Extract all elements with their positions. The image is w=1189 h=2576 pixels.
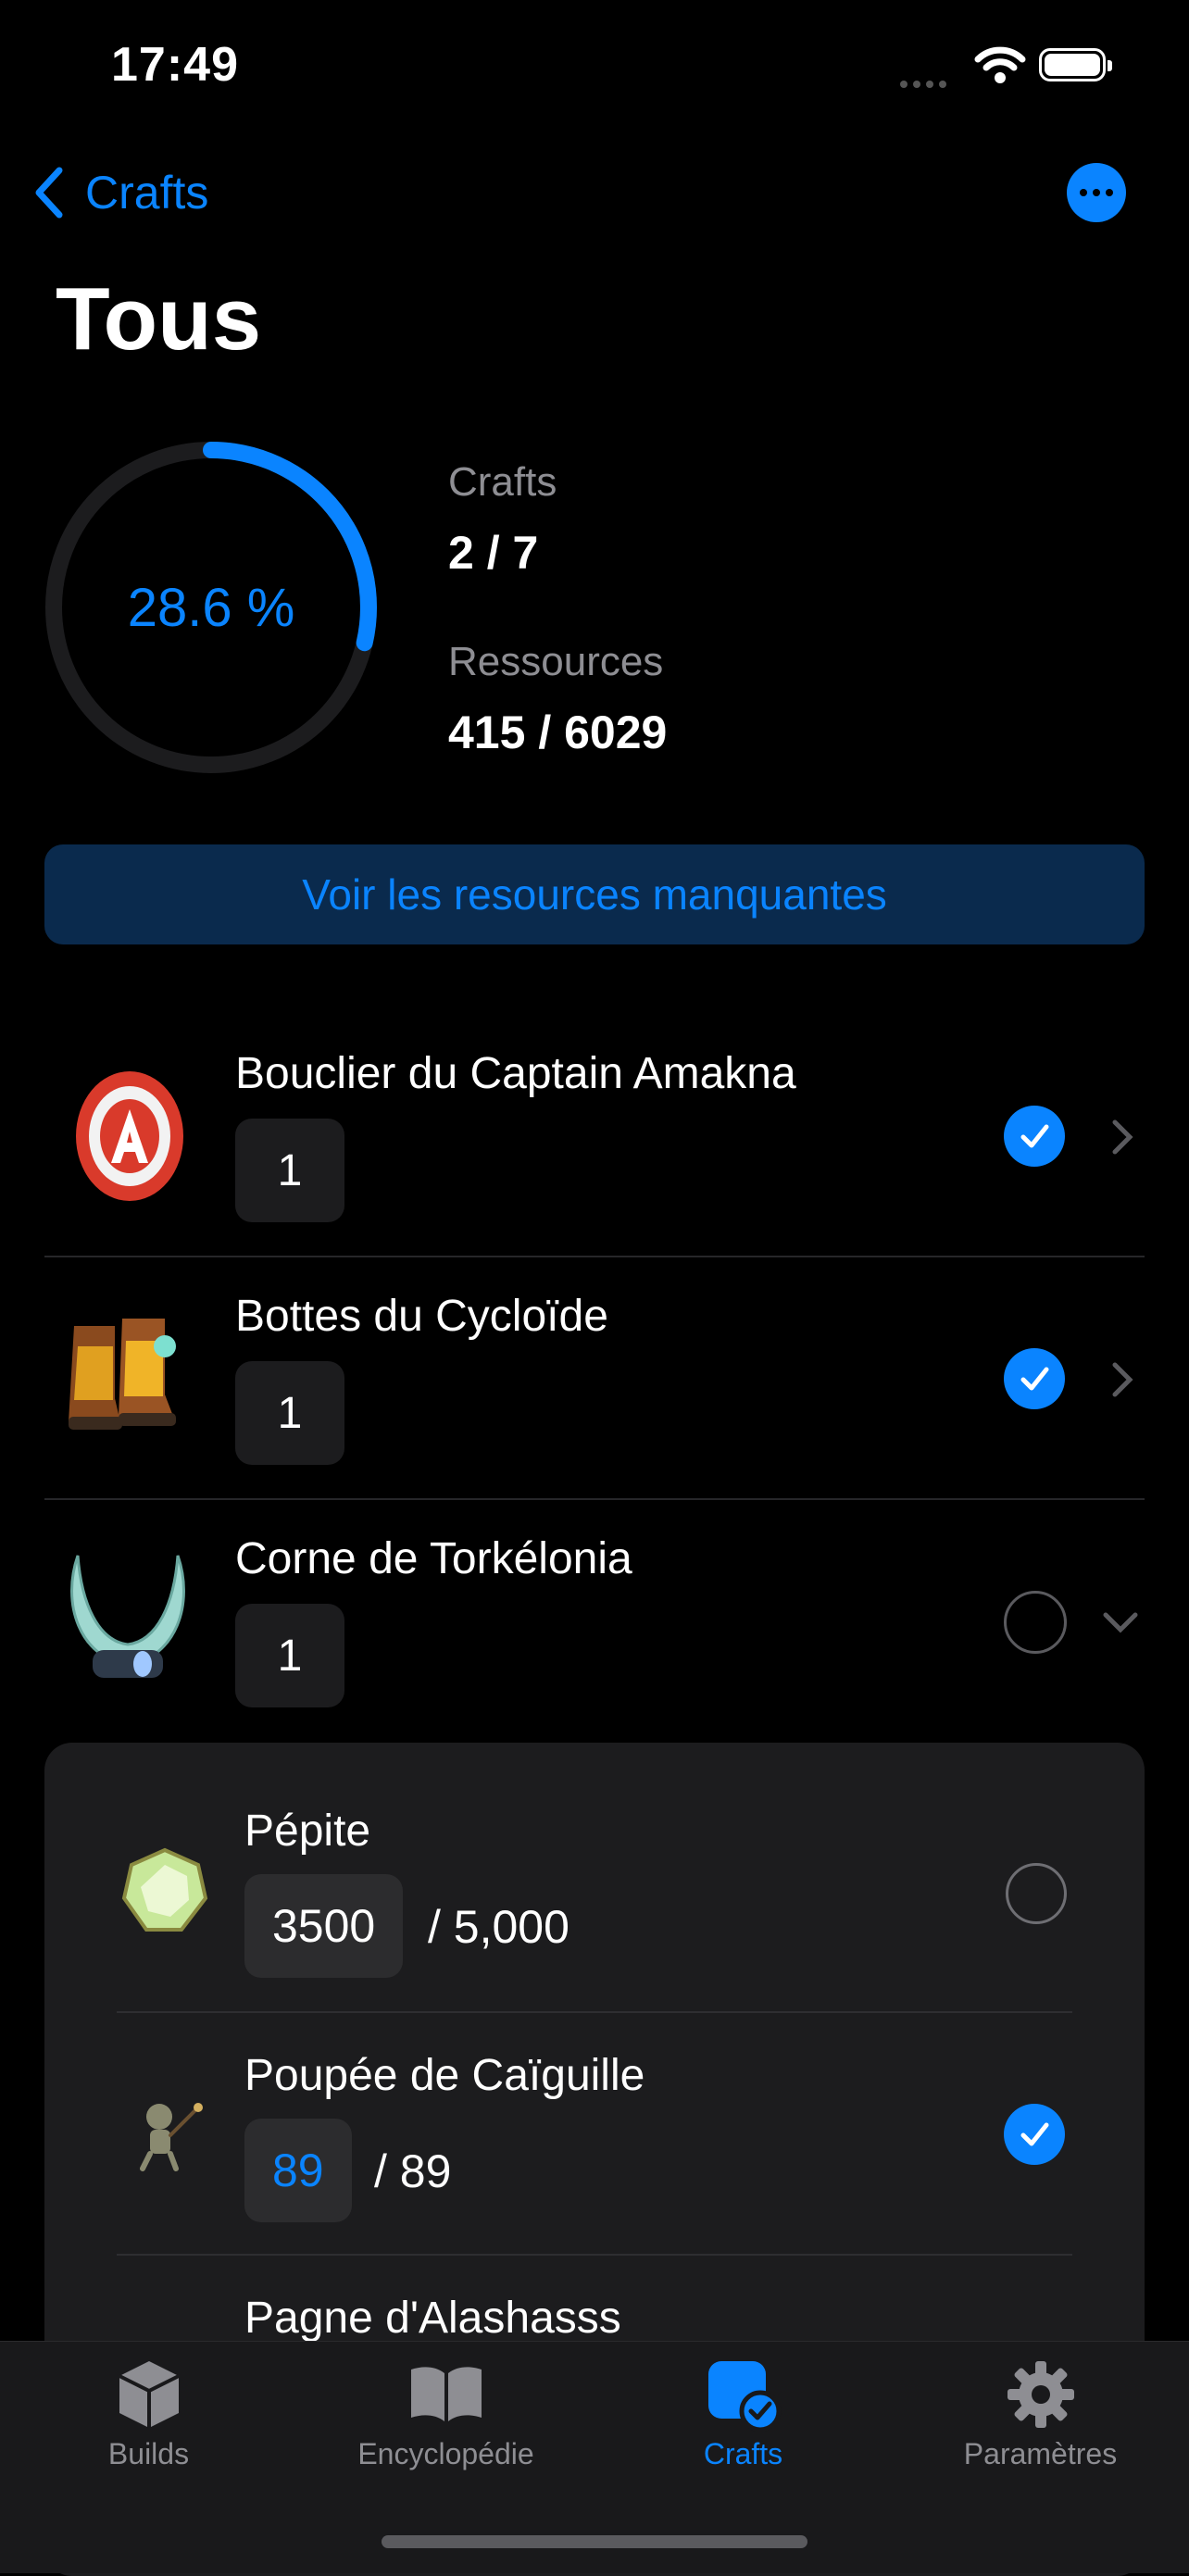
resource-total: / 89 (374, 2145, 452, 2197)
tab-parametres[interactable]: Paramètres (892, 2352, 1189, 2471)
gear-icon (1007, 2361, 1074, 2428)
book-icon (410, 2367, 482, 2421)
incomplete-circle-icon[interactable] (1004, 1591, 1067, 1654)
crafts-check-icon (707, 2361, 781, 2432)
row-divider (117, 2011, 1072, 2013)
craft-name: Corne de Torkélonia (235, 1534, 632, 1583)
back-label: Crafts (85, 167, 209, 219)
craft-name: Bouclier du Captain Amakna (235, 1049, 796, 1098)
checkmark-circle-icon[interactable] (1004, 2104, 1065, 2165)
horn-amulet-item-icon (70, 1555, 185, 1678)
chevron-left-icon (35, 167, 63, 219)
resource-name: Pagne d'Alashasss (244, 2294, 621, 2343)
shield-item-icon (76, 1071, 183, 1201)
tab-label: Crafts (703, 2437, 783, 2470)
tab-crafts[interactable]: Crafts (594, 2352, 892, 2471)
tab-encyclopedie[interactable]: Encyclopédie (297, 2352, 594, 2471)
tab-label: Paramètres (963, 2437, 1118, 2470)
tab-label: Encyclopédie (357, 2437, 534, 2470)
checkmark-circle-icon[interactable] (1004, 1106, 1065, 1167)
checkmark-circle-icon[interactable] (1004, 1348, 1065, 1409)
cellular-signal-icon (900, 76, 952, 93)
more-options-button[interactable] (1067, 163, 1126, 222)
resource-total: / 5,000 (428, 1901, 569, 1953)
quantity-field[interactable]: 1 (235, 1119, 344, 1222)
chevron-right-icon (1112, 1119, 1133, 1155)
resources-stat-label: Ressources (448, 639, 664, 684)
tab-builds[interactable]: Builds (0, 2352, 297, 2471)
quantity-field[interactable]: 1 (235, 1604, 344, 1707)
quantity-field[interactable]: 1 (235, 1361, 344, 1465)
tab-label: Builds (107, 2437, 190, 2470)
nugget-item-icon (121, 1847, 208, 1932)
row-divider (117, 2254, 1072, 2256)
cube-icon (118, 2361, 180, 2428)
crafts-stat-value: 2 / 7 (448, 527, 539, 579)
crafts-stat-label: Crafts (448, 459, 557, 505)
row-divider (44, 1256, 1145, 1257)
incomplete-circle-icon[interactable] (1006, 1863, 1067, 1924)
battery-icon (1039, 48, 1112, 81)
resource-name: Poupée de Caïguille (244, 2051, 645, 2100)
doll-item-icon (140, 2103, 203, 2171)
boots-item-icon (69, 1319, 176, 1430)
wifi-icon (974, 46, 1026, 83)
resources-stat-value: 415 / 6029 (448, 707, 668, 758)
missing-resources-button[interactable]: Voir les resources manquantes (44, 844, 1145, 944)
home-indicator (382, 2535, 807, 2548)
chevron-down-icon (1103, 1612, 1138, 1633)
owned-quantity-field[interactable]: 89 (244, 2119, 352, 2222)
resource-name: Pépite (244, 1807, 371, 1856)
page-title: Tous (56, 269, 262, 369)
craft-name: Bottes du Cycloïde (235, 1292, 608, 1341)
chevron-right-icon (1112, 1362, 1133, 1397)
back-button[interactable]: Crafts (33, 165, 208, 220)
progress-percent: 28.6 % (127, 577, 295, 638)
status-time: 17:49 (111, 38, 239, 92)
row-divider (44, 1498, 1145, 1500)
owned-quantity-field[interactable]: 3500 (244, 1874, 404, 1978)
